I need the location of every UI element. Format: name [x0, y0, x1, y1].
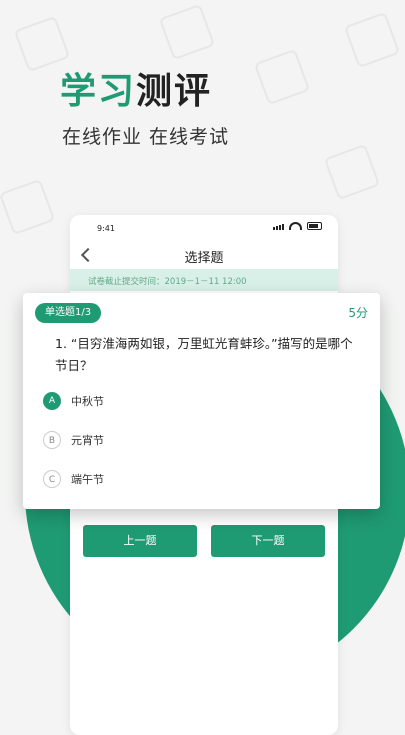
option-label: 元宵节 — [71, 434, 104, 447]
option-label: 中秋节 — [71, 395, 104, 408]
headline-rest: 测评 — [136, 71, 213, 112]
nav-title: 选择题 — [184, 251, 224, 266]
background-doodle — [158, 3, 216, 61]
option-a[interactable]: A 中秋节 — [43, 390, 104, 412]
option-c[interactable]: C 端午节 — [43, 468, 104, 490]
deadline-banner: 试卷截止提交时间：2019－1－11 12:00 — [70, 269, 338, 291]
signal-icon — [273, 224, 284, 230]
deadline-text: 试卷截止提交时间：2019－1－11 12:00 — [88, 277, 247, 287]
prev-question-button[interactable]: 上一题 — [83, 525, 197, 557]
status-bar: 9:41 — [70, 215, 338, 241]
option-letter: A — [43, 392, 61, 410]
background-doodle — [343, 11, 401, 69]
status-icons — [273, 222, 322, 230]
question-text: 1. “目穷淮海两如银，万里虹光育蚌珍。”描写的是哪个节日？ — [55, 336, 353, 373]
question-points: 5分 — [348, 306, 368, 320]
background-doodle — [253, 48, 311, 106]
background-doodle — [323, 143, 381, 201]
next-question-button[interactable]: 下一题 — [211, 525, 325, 557]
battery-icon — [307, 222, 322, 230]
question-type-badge: 单选题1/3 — [35, 303, 102, 323]
option-letter: B — [43, 431, 61, 449]
page-subtitle: 在线作业 在线考试 — [62, 126, 230, 148]
option-label: 端午节 — [71, 473, 104, 486]
wifi-icon — [289, 222, 302, 230]
status-time: 9:41 — [97, 224, 115, 233]
headline-accent: 学习 — [60, 71, 137, 112]
question-card: 单选题1/3 5分 1. “目穷淮海两如银，万里虹光育蚌珍。”描写的是哪个节日？… — [23, 293, 380, 509]
option-letter: C — [43, 470, 61, 488]
page-headline: 学习测评 — [60, 62, 212, 114]
background-doodle — [0, 178, 56, 236]
option-b[interactable]: B 元宵节 — [43, 429, 104, 451]
